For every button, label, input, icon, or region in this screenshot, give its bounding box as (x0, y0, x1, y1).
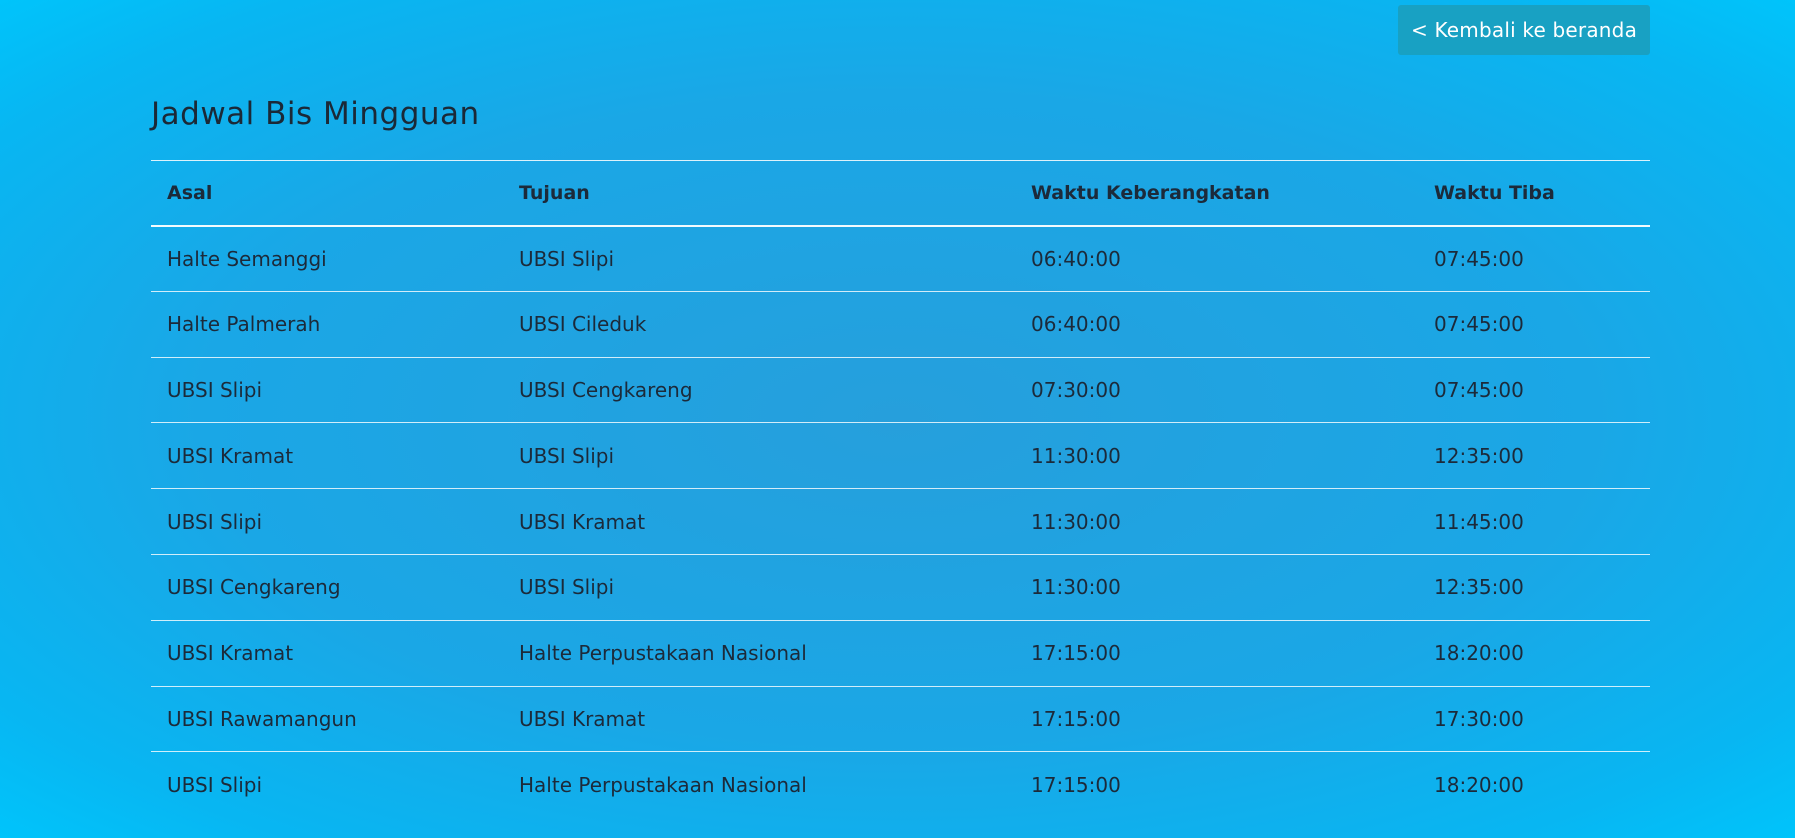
table-header-row: Asal Tujuan Waktu Keberangkatan Waktu Ti… (151, 160, 1650, 226)
cell-arrival: 11:45:00 (1434, 509, 1524, 534)
cell-departure: 11:30:00 (1031, 443, 1121, 468)
cell-origin: UBSI Slipi (167, 377, 263, 402)
table-row: UBSI Rawamangun UBSI Kramat 17:15:00 17:… (151, 686, 1650, 752)
table-row: UBSI Kramat Halte Perpustakaan Nasional … (151, 620, 1650, 687)
table-row: UBSI Kramat UBSI Slipi 11:30:00 12:35:00 (151, 423, 1650, 489)
table-row: Halte Semanggi UBSI Slipi 06:40:00 07:45… (151, 226, 1650, 292)
cell-departure: 11:30:00 (1031, 509, 1121, 534)
cell-arrival: 18:20:00 (1434, 773, 1524, 798)
column-header-arrival-time: Waktu Tiba (1434, 181, 1555, 204)
cell-arrival: 07:45:00 (1434, 312, 1524, 337)
cell-destination: UBSI Kramat (519, 706, 646, 731)
back-to-home-button[interactable]: < Kembali ke beranda (1398, 5, 1650, 55)
bus-schedule-table: Asal Tujuan Waktu Keberangkatan Waktu Ti… (151, 160, 1650, 818)
table-row: Halte Palmerah UBSI Cileduk 06:40:00 07:… (151, 291, 1650, 358)
table-row: UBSI Slipi UBSI Kramat 11:30:00 11:45:00 (151, 489, 1650, 555)
cell-destination: UBSI Cileduk (519, 312, 647, 337)
cell-destination: UBSI Slipi (519, 246, 615, 271)
cell-origin: Halte Palmerah (167, 312, 321, 337)
cell-destination: Halte Perpustakaan Nasional (519, 641, 807, 666)
cell-departure: 17:15:00 (1031, 641, 1121, 666)
cell-destination: UBSI Cengkareng (519, 377, 693, 402)
cell-arrival: 12:35:00 (1434, 575, 1524, 600)
column-header-destination: Tujuan (519, 181, 590, 204)
cell-departure: 06:40:00 (1031, 312, 1121, 337)
page-title: Jadwal Bis Mingguan (151, 96, 480, 132)
table-row: UBSI Slipi UBSI Cengkareng 07:30:00 07:4… (151, 357, 1650, 423)
cell-destination: UBSI Slipi (519, 443, 615, 468)
cell-departure: 11:30:00 (1031, 575, 1121, 600)
column-header-departure-time: Waktu Keberangkatan (1031, 181, 1270, 204)
cell-origin: Halte Semanggi (167, 246, 327, 271)
column-header-origin: Asal (167, 181, 213, 204)
table-row: UBSI Cengkareng UBSI Slipi 11:30:00 12:3… (151, 554, 1650, 621)
cell-arrival: 12:35:00 (1434, 443, 1524, 468)
cell-destination: UBSI Kramat (519, 509, 646, 534)
cell-origin: UBSI Slipi (167, 773, 263, 798)
table-row: UBSI Slipi Halte Perpustakaan Nasional 1… (151, 752, 1650, 818)
cell-origin: UBSI Rawamangun (167, 706, 357, 731)
cell-origin: UBSI Slipi (167, 509, 263, 534)
cell-destination: Halte Perpustakaan Nasional (519, 773, 807, 798)
cell-destination: UBSI Slipi (519, 575, 615, 600)
cell-origin: UBSI Kramat (167, 641, 294, 666)
cell-origin: UBSI Cengkareng (167, 575, 341, 600)
cell-departure: 06:40:00 (1031, 246, 1121, 271)
cell-arrival: 18:20:00 (1434, 641, 1524, 666)
cell-departure: 07:30:00 (1031, 377, 1121, 402)
cell-origin: UBSI Kramat (167, 443, 294, 468)
cell-departure: 17:15:00 (1031, 773, 1121, 798)
cell-arrival: 07:45:00 (1434, 246, 1524, 271)
cell-arrival: 07:45:00 (1434, 377, 1524, 402)
cell-arrival: 17:30:00 (1434, 706, 1524, 731)
cell-departure: 17:15:00 (1031, 706, 1121, 731)
